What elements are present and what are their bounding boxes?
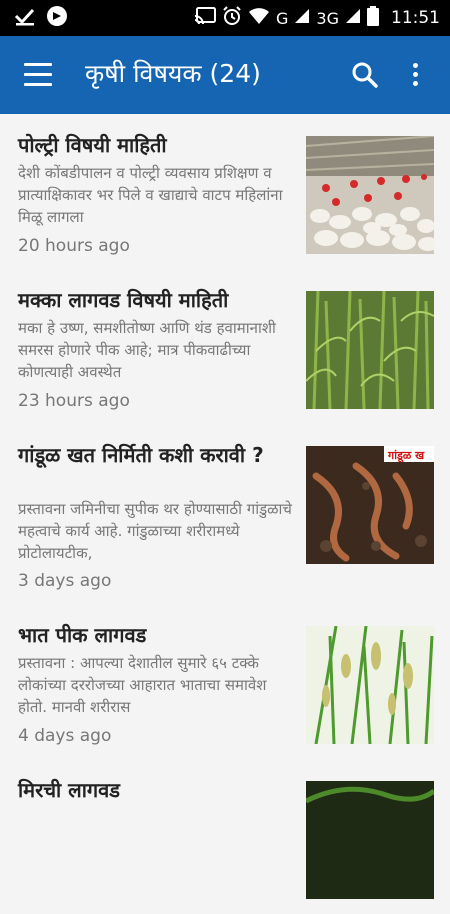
alarm-icon [222,5,242,31]
article-title: मिरची लागवड [18,778,120,802]
article-description: देशी कोंबडीपालन व पोल्ट्री व्यवसाय प्रशि… [18,164,283,226]
network-type-label-2: 3G [316,8,339,28]
article-description: प्रस्तावना : आपल्या देशातील सुमारे ६५ टक… [18,654,267,716]
article-thumbnail[interactable] [306,781,434,899]
article-list: पोल्ट्री विषयी माहिती देशी कोंबडीपालन व … [0,114,450,914]
article-time: 4 days ago [18,726,112,746]
cast-icon [194,6,217,30]
status-bar: G 3G 11:51 [0,0,450,36]
more-vert-icon[interactable] [410,60,422,90]
article-title: पोल्ट्री विषयी माहिती [18,133,167,157]
app-bar: कृषी विषयक (24) [0,36,450,114]
article-title: भात पीक लागवड [18,623,147,647]
article-time: 20 hours ago [18,236,130,256]
thumbnail-caption: गांडूळ ख [387,449,425,463]
page-title: कृषी विषयक (24) [85,59,261,88]
search-icon[interactable] [350,60,380,90]
list-item[interactable]: मक्का लागवड विषयी माहिती मका हे उष्ण, सम… [0,269,450,424]
notification-icons [14,6,68,30]
article-description: मका हे उष्ण, समशीतोष्ण आणि थंड हवामानाशी… [18,319,276,381]
download-done-icon [14,6,36,30]
article-thumbnail[interactable] [306,291,434,409]
article-thumbnail[interactable] [306,136,434,254]
list-item[interactable]: गांडूळ खत निर्मिती कशी करावी ? प्रस्तावन… [0,424,450,604]
app-notification-icon [46,5,68,31]
system-icons: G 3G 11:51 [194,5,440,31]
list-item[interactable]: मिरची लागवड [0,759,450,914]
article-description: प्रस्तावना जमिनीचा सुपीक थर होण्यासाठी ग… [18,500,292,562]
article-time: 23 hours ago [18,391,130,411]
article-time: 3 days ago [18,571,112,591]
list-item[interactable]: पोल्ट्री विषयी माहिती देशी कोंबडीपालन व … [0,114,450,269]
network-type-label: G [276,8,289,28]
article-title: मक्का लागवड विषयी माहिती [18,288,229,312]
list-item[interactable]: भात पीक लागवड प्रस्तावना : आपल्या देशाती… [0,604,450,759]
hamburger-menu-icon[interactable] [24,63,52,87]
wifi-icon [248,7,270,30]
clock: 11:51 [391,8,440,28]
article-thumbnail[interactable] [306,626,434,744]
signal-icon [294,8,310,29]
battery-icon [367,5,379,31]
signal-icon-2 [345,8,361,29]
article-title: गांडूळ खत निर्मिती कशी करावी ? [18,443,264,467]
article-thumbnail[interactable]: गांडूळ ख [306,446,434,564]
